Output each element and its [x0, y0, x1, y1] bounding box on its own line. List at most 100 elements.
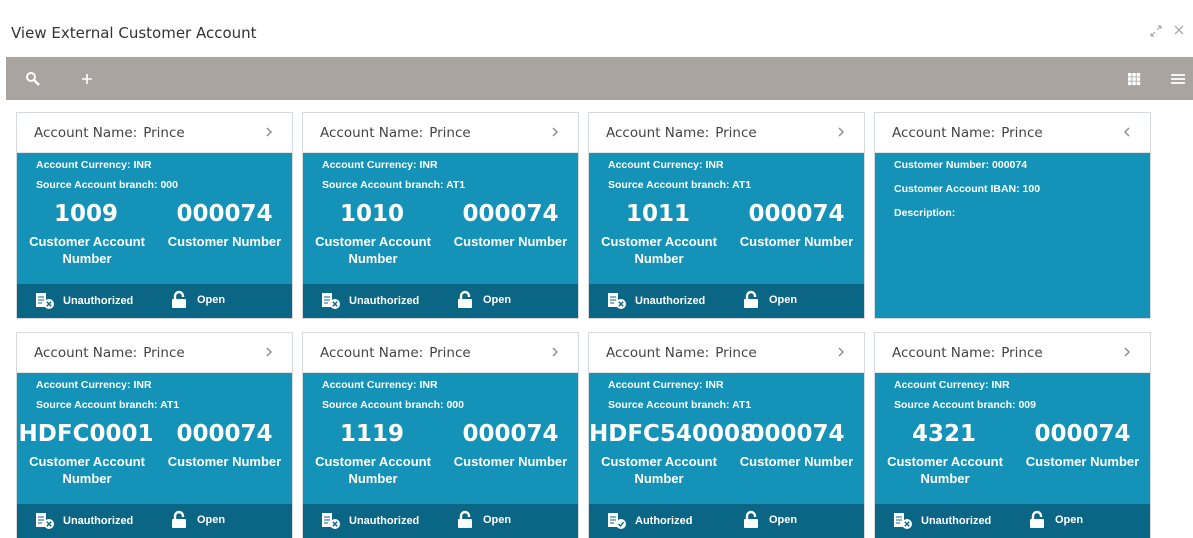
- record-status-label: Open: [197, 514, 226, 526]
- card-header: Account Name: Prince: [17, 113, 292, 153]
- account-card[interactable]: Account Name: Prince Account Currency: IN…: [302, 112, 579, 319]
- source-account-branch: Source Account branch: AT1: [608, 179, 752, 191]
- description: Description:: [894, 207, 956, 219]
- account-currency: Account Currency: INR: [608, 379, 724, 391]
- account-name-label: Account Name:: [606, 344, 710, 361]
- account-card[interactable]: Account Name: Prince Account Currency: IN…: [302, 332, 579, 538]
- search-icon[interactable]: [24, 70, 42, 88]
- customer-account-number-caption: Customer Account Number: [29, 234, 145, 266]
- record-status: Open: [455, 290, 511, 310]
- account-currency: Account Currency: INR: [322, 379, 438, 391]
- account-name-value: Prince: [143, 124, 185, 141]
- card-footer: Unauthorized Open: [17, 284, 292, 318]
- card-header: Account Name: Prince: [17, 333, 292, 373]
- account-card-grid: Account Name: Prince Account Currency: IN…: [16, 112, 1152, 538]
- card-footer: Unauthorized Open: [303, 504, 578, 538]
- minimize-icon[interactable]: [1149, 24, 1163, 42]
- source-account-branch: Source Account branch: 000: [36, 179, 178, 191]
- unlock-icon: [169, 510, 189, 530]
- customer-number-value: 000074: [176, 201, 273, 227]
- window-controls: [1149, 24, 1185, 42]
- unauthorized-icon: [893, 512, 913, 530]
- card-header: Account Name: Prince: [303, 333, 578, 373]
- close-icon[interactable]: [1173, 24, 1185, 42]
- chevron-right-icon[interactable]: [1120, 343, 1134, 361]
- account-name-value: Prince: [715, 344, 757, 361]
- account-name-label: Account Name:: [892, 124, 996, 141]
- card-body: Account Currency: INR Source Account bra…: [17, 153, 292, 280]
- unauthorized-icon: [35, 292, 55, 310]
- record-status: Open: [741, 510, 797, 530]
- account-currency: Account Currency: INR: [322, 159, 438, 171]
- chevron-right-icon[interactable]: [834, 123, 848, 141]
- unauthorized-icon: [607, 292, 627, 310]
- card-header: Account Name: Prince: [589, 333, 864, 373]
- authorized-icon: [607, 512, 627, 530]
- card-body: Account Currency: INR Source Account bra…: [303, 153, 578, 280]
- card-header: Account Name: Prince: [589, 113, 864, 153]
- auth-status: Unauthorized: [35, 512, 133, 530]
- list-view-icon[interactable]: [1169, 70, 1187, 88]
- account-name-value: Prince: [1001, 344, 1043, 361]
- customer-account-number-value: 4321: [911, 421, 976, 447]
- unauthorized-icon: [321, 292, 341, 310]
- customer-account-number-caption: Customer Account Number: [315, 234, 431, 266]
- account-card[interactable]: Account Name: Prince Account Currency: IN…: [874, 332, 1151, 538]
- account-name-label: Account Name:: [320, 124, 424, 141]
- account-card[interactable]: Account Name: Prince Account Currency: IN…: [16, 332, 293, 538]
- card-footer: Unauthorized Open: [875, 504, 1150, 538]
- chevron-right-icon[interactable]: [262, 343, 276, 361]
- record-status: Open: [741, 290, 797, 310]
- record-status-label: Open: [483, 514, 512, 526]
- customer-number-caption: Customer Number: [1025, 454, 1140, 469]
- customer-number-value: 000074: [748, 421, 845, 447]
- source-account-branch: Source Account branch: AT1: [322, 179, 466, 191]
- chevron-right-icon[interactable]: [262, 123, 276, 141]
- window-title: View External Customer Account: [11, 24, 257, 42]
- account-name-label: Account Name:: [606, 124, 710, 141]
- card-body: Account Currency: INR Source Account bra…: [17, 373, 292, 500]
- source-account-branch: Source Account branch: 000: [322, 399, 464, 411]
- customer-number-value: 000074: [462, 201, 559, 227]
- account-card[interactable]: Account Name: Prince Account Currency: IN…: [588, 332, 865, 538]
- auth-status-label: Unauthorized: [921, 515, 992, 527]
- unauthorized-icon: [35, 512, 55, 530]
- unlock-icon: [455, 510, 475, 530]
- card-header: Account Name: Prince: [875, 113, 1150, 153]
- auth-status: Unauthorized: [321, 512, 419, 530]
- chevron-right-icon[interactable]: [834, 343, 848, 361]
- source-account-branch: Source Account branch: 009: [894, 399, 1036, 411]
- customer-account-number-value: 1009: [53, 201, 118, 227]
- customer-number-value: 000074: [748, 201, 845, 227]
- customer-account-iban: Customer Account IBAN: 100: [894, 183, 1041, 195]
- chevron-right-icon[interactable]: [548, 343, 562, 361]
- customer-account-number-caption: Customer Account Number: [887, 454, 1003, 486]
- customer-number-value: 000074: [462, 421, 559, 447]
- unlock-icon: [741, 290, 761, 310]
- account-currency: Account Currency: INR: [894, 379, 1010, 391]
- account-name-label: Account Name:: [892, 344, 996, 361]
- auth-status-label: Unauthorized: [63, 295, 134, 307]
- auth-status-label: Unauthorized: [349, 515, 420, 527]
- chevron-left-icon[interactable]: [1120, 123, 1134, 141]
- account-card[interactable]: Account Name: Prince Customer Number: 000…: [874, 112, 1151, 319]
- source-account-branch: Source Account branch: AT1: [36, 399, 180, 411]
- account-name-value: Prince: [143, 344, 185, 361]
- account-card[interactable]: Account Name: Prince Account Currency: IN…: [16, 112, 293, 319]
- account-name-label: Account Name:: [320, 344, 424, 361]
- account-card[interactable]: Account Name: Prince Account Currency: IN…: [588, 112, 865, 319]
- chevron-right-icon[interactable]: [548, 123, 562, 141]
- auth-status: Authorized: [607, 512, 692, 530]
- customer-number-caption: Customer Number: [167, 454, 282, 469]
- auth-status: Unauthorized: [607, 292, 705, 310]
- unlock-icon: [169, 290, 189, 310]
- card-footer: Unauthorized Open: [303, 284, 578, 318]
- record-status: Open: [1027, 510, 1083, 530]
- plus-icon[interactable]: [78, 70, 96, 88]
- auth-status-label: Unauthorized: [635, 295, 706, 307]
- unlock-icon: [455, 290, 475, 310]
- customer-number-caption: Customer Number: [739, 234, 854, 249]
- customer-number-caption: Customer Number: [167, 234, 282, 249]
- customer-account-number-caption: Customer Account Number: [29, 454, 145, 486]
- grid-view-icon[interactable]: [1125, 70, 1143, 88]
